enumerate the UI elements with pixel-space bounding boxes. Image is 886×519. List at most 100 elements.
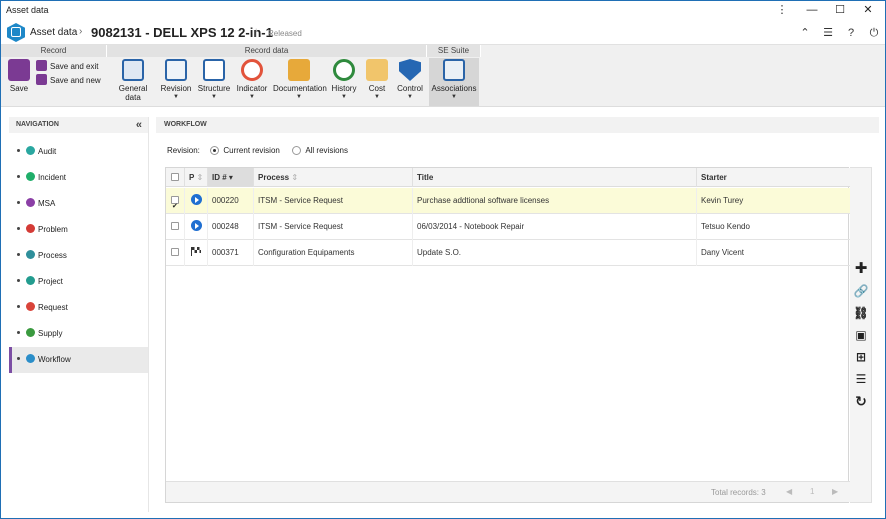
shield-warning-icon xyxy=(399,59,421,81)
row-process: ITSM - Service Request xyxy=(254,188,413,214)
maximize-button[interactable]: ☐ xyxy=(826,1,854,20)
row-starter: Dany Vicent xyxy=(701,248,744,257)
sort-desc-icon: ▾ xyxy=(228,173,233,182)
row-checkbox[interactable] xyxy=(166,240,185,266)
row-checkbox[interactable] xyxy=(166,188,185,214)
bullet xyxy=(17,201,20,204)
grid-footer: Total records: 3 ◀ 1 ▶ xyxy=(166,481,850,502)
play-icon xyxy=(191,220,202,231)
play-icon xyxy=(191,194,202,205)
save-button[interactable]: Save xyxy=(6,59,32,93)
nav-item-process[interactable]: Process xyxy=(9,243,148,269)
row-status xyxy=(185,240,208,266)
page-title: 9082131 - DELL XPS 12 2-in-1 xyxy=(91,25,273,40)
nav-item-msa[interactable]: MSA xyxy=(9,191,148,217)
general-data-button[interactable]: General data xyxy=(111,59,155,102)
cost-button[interactable]: Cost ▼ xyxy=(363,59,391,100)
all-revisions-radio[interactable]: All revisions xyxy=(292,146,348,155)
nav-item-label: MSA xyxy=(38,199,56,208)
associations-icon xyxy=(443,59,465,81)
nav-item-workflow[interactable]: Workflow xyxy=(9,347,148,373)
associations-button[interactable]: Associations ▼ xyxy=(429,58,479,106)
nav-item-label: Process xyxy=(38,251,67,260)
column-title[interactable]: Title xyxy=(413,168,697,187)
refresh-icon[interactable]: ↻ xyxy=(853,393,869,409)
row-status xyxy=(185,188,208,214)
divider: | xyxy=(255,27,258,37)
link-icon[interactable]: 🔗 xyxy=(853,283,869,299)
table-row[interactable]: 000248 ITSM - Service Request 06/03/2014 -… xyxy=(166,214,850,240)
nav-item-supply[interactable]: Supply xyxy=(9,321,148,347)
edit-document-icon xyxy=(165,59,187,81)
workflow-icon xyxy=(26,354,35,363)
project-icon xyxy=(26,276,35,285)
column-id[interactable]: ID # ▾ xyxy=(208,168,254,187)
breadcrumb[interactable]: Asset data xyxy=(30,27,77,38)
logout-icon[interactable]: ⏻ xyxy=(867,26,881,40)
hierarchy-icon xyxy=(203,59,225,81)
column-starter[interactable]: Starter xyxy=(697,168,850,187)
finish-flag-icon xyxy=(191,247,201,256)
row-process: Configuration Equipaments xyxy=(254,240,413,266)
table-row[interactable]: 000220ITSM - Service RequestPurchase add… xyxy=(166,188,850,214)
row-checkbox[interactable] xyxy=(166,214,185,240)
more-options-icon[interactable]: ⋮ xyxy=(768,1,796,20)
row-process: ITSM - Service Request xyxy=(254,214,413,240)
nav-item-label: Request xyxy=(38,303,68,312)
table-row[interactable]: 000371 Configuration Equipaments Update S.… xyxy=(166,240,850,266)
prev-page-icon[interactable]: ◀ xyxy=(786,487,792,496)
control-button[interactable]: Control ▼ xyxy=(395,59,425,100)
add-icon[interactable]: ✚ xyxy=(853,261,869,277)
breadcrumb-chevron-icon: › xyxy=(79,26,83,37)
request-icon xyxy=(26,302,35,311)
title-bar: Asset data ⋮ — ☐ ✕ xyxy=(1,1,885,20)
history-button[interactable]: History ▼ xyxy=(329,59,359,100)
row-title: Purchase addtional software licenses xyxy=(413,188,697,214)
documentation-button[interactable]: Documentation ▼ xyxy=(273,59,327,100)
problem-icon xyxy=(26,224,35,233)
close-button[interactable]: ✕ xyxy=(854,1,882,20)
msa-icon xyxy=(26,198,35,207)
nav-item-label: Incident xyxy=(38,173,67,182)
help-icon[interactable]: ? xyxy=(844,26,858,40)
unlink-icon[interactable]: ⛓ xyxy=(853,305,869,321)
revision-button[interactable]: Revision ▼ xyxy=(159,59,193,100)
navigation-panel: NAVIGATION « Audit Incident MSA Problem Proc… xyxy=(9,117,149,512)
app-window: Asset data ⋮ — ☐ ✕ Asset data › 9082131 … xyxy=(0,0,886,519)
nav-item-request[interactable]: Request xyxy=(9,295,148,321)
row-starter: Kevin Turey xyxy=(701,196,744,205)
minimize-button[interactable]: — xyxy=(798,1,826,20)
nav-item-label: Project xyxy=(38,277,63,286)
nav-item-audit[interactable]: Audit xyxy=(9,139,148,165)
bullet xyxy=(17,279,20,282)
bullet xyxy=(17,253,20,256)
bullet xyxy=(17,305,20,308)
collapse-panel-icon[interactable]: « xyxy=(136,117,142,133)
row-id: 000220 xyxy=(208,188,254,214)
list-icon[interactable]: ☰ xyxy=(821,26,835,40)
asset-logo-icon xyxy=(7,23,25,42)
nav-item-label: Audit xyxy=(38,147,57,156)
grid-header: P ⇕ ID # ▾ Process ⇕ Title Starter xyxy=(166,168,850,187)
indicator-button[interactable]: Indicator ▼ xyxy=(235,59,269,100)
list-details-icon[interactable]: ☰ xyxy=(853,371,869,387)
save-and-exit-button[interactable]: Save and exit xyxy=(36,60,98,71)
save-and-new-button[interactable]: Save and new xyxy=(36,74,101,85)
view-window-icon[interactable]: ▣ xyxy=(853,327,869,343)
nav-item-problem[interactable]: Problem xyxy=(9,217,148,243)
page-number[interactable]: 1 xyxy=(810,487,814,496)
nav-item-project[interactable]: Project xyxy=(9,269,148,295)
total-records: Total records: 3 xyxy=(711,488,766,497)
column-p[interactable]: P ⇕ xyxy=(185,168,208,187)
select-all-checkbox[interactable] xyxy=(166,168,185,187)
next-page-icon[interactable]: ▶ xyxy=(832,487,838,496)
current-revision-radio[interactable]: Current revision xyxy=(210,146,280,155)
column-process[interactable]: Process ⇕ xyxy=(254,168,413,187)
collapse-up-icon[interactable]: ⌃ xyxy=(798,26,812,40)
nav-item-label: Problem xyxy=(38,225,68,234)
tree-icon[interactable]: ⊞ xyxy=(853,349,869,365)
bullet xyxy=(17,357,20,360)
structure-button[interactable]: Structure ▼ xyxy=(197,59,231,100)
history-clock-icon xyxy=(333,59,355,81)
nav-item-incident[interactable]: Incident xyxy=(9,165,148,191)
